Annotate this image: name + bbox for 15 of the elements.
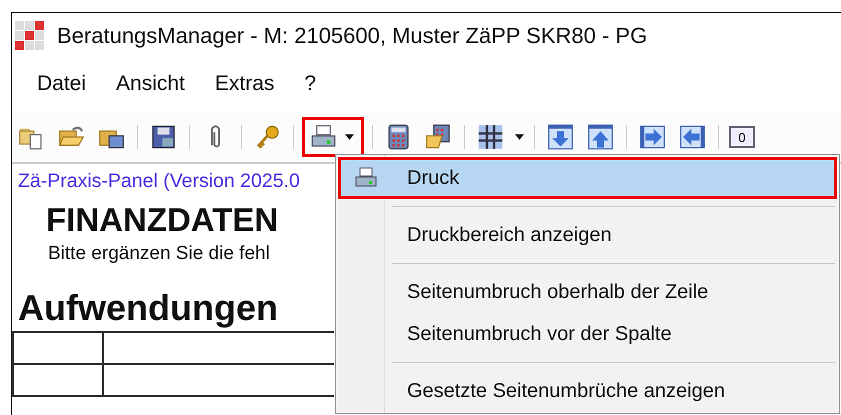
menu-item[interactable]: Druckbereich anzeigen bbox=[338, 214, 837, 256]
menu-item[interactable]: Seitenumbruch vor der Spalte bbox=[338, 313, 837, 355]
menu-item[interactable]: Gesetzte Seitenumbrüche anzeigen bbox=[338, 370, 837, 412]
panel-link[interactable]: Zä-Praxis-Panel (Version 2025.0 bbox=[18, 170, 334, 193]
menu-item[interactable]: ? bbox=[289, 68, 332, 100]
menu-item[interactable]: Datei bbox=[22, 68, 102, 100]
instruction-text: Bitte ergänzen Sie die fehl bbox=[48, 243, 271, 265]
menu-item[interactable]: Seitenumbruch oberhalb der Zeile bbox=[338, 271, 837, 313]
section-heading: Aufwendungen bbox=[18, 287, 279, 329]
counter-button[interactable]: 0 bbox=[729, 126, 755, 148]
window-title: BeratungsManager - M: 2105600, Muster ZäPP SKR80 - PG bbox=[57, 22, 648, 48]
menu-item[interactable]: Ansicht bbox=[101, 68, 200, 100]
menu-item[interactable]: Extras bbox=[200, 68, 290, 100]
menu-item[interactable]: Druck bbox=[338, 157, 837, 199]
page-title: FINANZDATEN bbox=[46, 201, 280, 239]
